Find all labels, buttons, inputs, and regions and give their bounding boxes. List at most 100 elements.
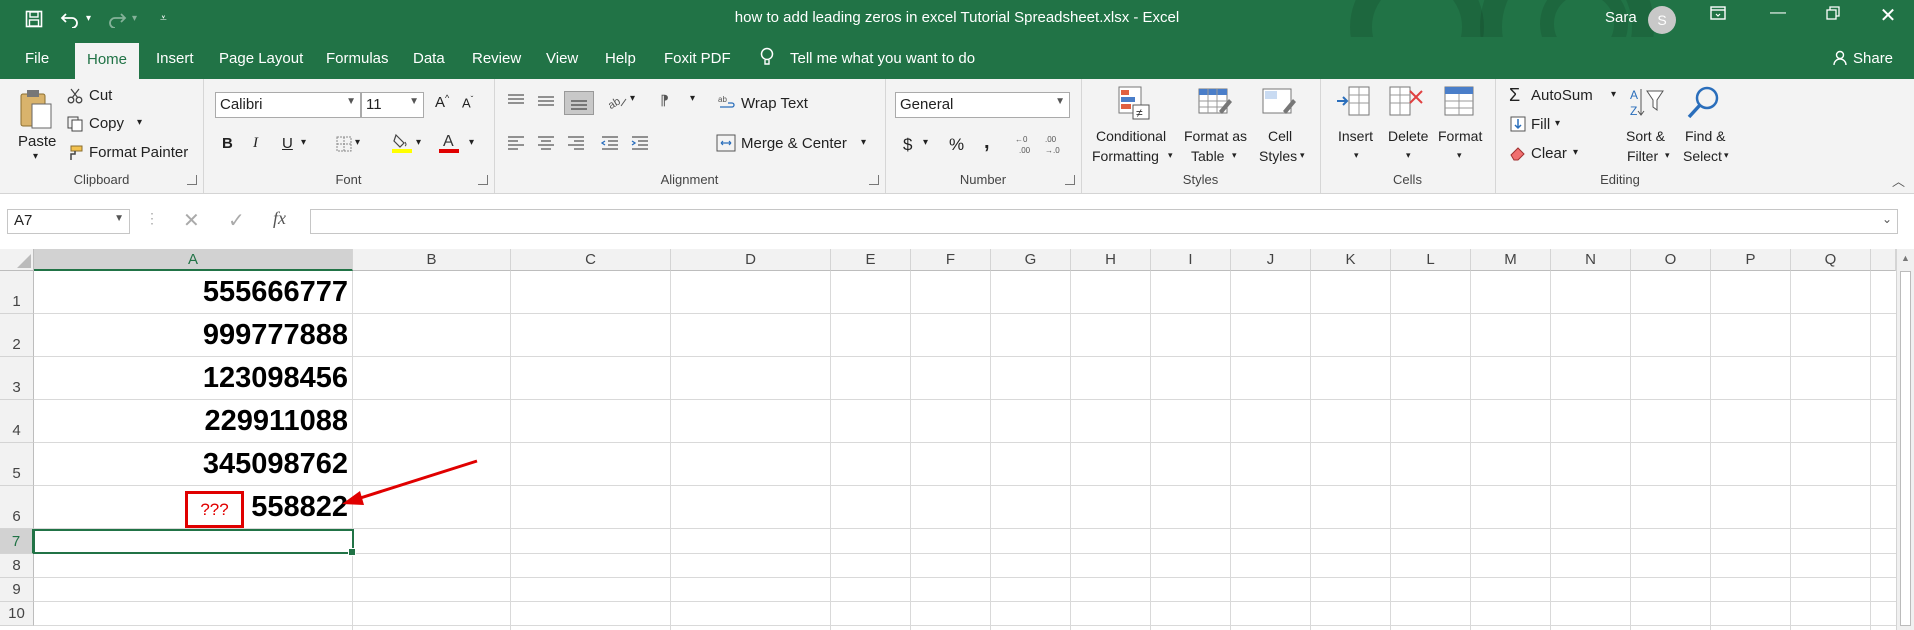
underline-button[interactable]: U (282, 135, 293, 152)
column-header[interactable]: Q (1791, 249, 1871, 271)
cancel-entry-icon[interactable]: ✕ (183, 208, 200, 233)
paste-icon[interactable] (15, 87, 57, 133)
column-header[interactable]: C (511, 249, 671, 271)
chevron-down-icon[interactable]: ▼ (114, 213, 124, 224)
column-header[interactable]: H (1071, 249, 1151, 271)
bold-button[interactable]: B (222, 135, 233, 152)
delete-cells-button[interactable]: Delete (1388, 128, 1428, 144)
collapse-ribbon-icon[interactable]: ︿ (1892, 171, 1905, 190)
column-header[interactable]: O (1631, 249, 1711, 271)
font-color-dropdown-icon[interactable]: ▾ (469, 137, 474, 148)
tab-view[interactable]: View (546, 50, 578, 67)
format-as-table-dropdown-icon[interactable]: ▾ (1232, 150, 1237, 161)
cell-a2[interactable]: 999777888 (34, 319, 352, 352)
number-format-select[interactable]: General ▼ (895, 92, 1070, 118)
currency-button[interactable]: $ (903, 135, 912, 155)
format-painter-icon[interactable] (66, 144, 84, 162)
user-name[interactable]: Sara (1605, 9, 1637, 26)
fill-icon[interactable] (1509, 115, 1527, 133)
sort-filter-icon[interactable]: AZ (1628, 85, 1666, 121)
currency-dropdown-icon[interactable]: ▾ (923, 137, 928, 148)
align-center-icon[interactable] (536, 135, 556, 151)
insert-cells-icon[interactable] (1335, 85, 1371, 121)
share-icon[interactable] (1833, 50, 1847, 70)
merge-dropdown-icon[interactable]: ▾ (861, 137, 866, 148)
format-as-table-label-1[interactable]: Format as (1184, 128, 1247, 144)
format-cells-icon[interactable] (1441, 85, 1477, 121)
fill-button[interactable]: Fill (1531, 116, 1550, 133)
minimize-icon[interactable]: — (1763, 4, 1793, 22)
tab-formulas[interactable]: Formulas (326, 50, 389, 67)
borders-dropdown-icon[interactable]: ▾ (355, 137, 360, 148)
column-header[interactable]: P (1711, 249, 1791, 271)
ribbon-display-options-icon[interactable] (1703, 6, 1733, 25)
insert-dropdown-icon[interactable]: ▾ (1354, 150, 1359, 161)
decrease-font-size-icon[interactable]: Aˇ (462, 95, 473, 110)
cell-a1[interactable]: 555666777 (34, 276, 352, 309)
row-header[interactable]: 9 (0, 578, 34, 602)
find-select-label-2[interactable]: Select (1683, 148, 1722, 164)
align-left-icon[interactable] (506, 135, 526, 151)
column-header[interactable]: K (1311, 249, 1391, 271)
italic-button[interactable]: I (253, 135, 258, 152)
fill-color-icon[interactable] (391, 132, 413, 154)
select-all-corner[interactable] (0, 249, 34, 271)
paste-dropdown-icon[interactable]: ▾ (33, 151, 38, 162)
row-header[interactable]: 8 (0, 554, 34, 578)
conditional-formatting-icon[interactable]: ≠ (1115, 85, 1151, 121)
comma-style-button[interactable]: , (984, 131, 990, 154)
underline-dropdown-icon[interactable]: ▾ (301, 137, 306, 148)
number-launcher-icon[interactable] (1065, 175, 1075, 185)
tab-file[interactable]: File (25, 50, 49, 67)
column-header[interactable]: B (353, 249, 511, 271)
vertical-scrollbar[interactable]: ▲ (1896, 249, 1914, 630)
cell-a5[interactable]: 345098762 (34, 448, 352, 481)
column-header[interactable]: E (831, 249, 911, 271)
clear-button[interactable]: Clear (1531, 145, 1567, 162)
tab-home[interactable]: Home (75, 43, 140, 79)
selected-cell-a7[interactable] (33, 529, 356, 556)
direction-dropdown-icon[interactable]: ▾ (690, 93, 695, 104)
row-header[interactable]: 5 (0, 443, 34, 486)
font-size-select[interactable]: 11 ▼ (361, 92, 424, 118)
row-header[interactable]: 1 (0, 271, 34, 314)
copy-button[interactable]: Copy (89, 115, 124, 132)
font-family-select[interactable]: Calibri ▼ (215, 92, 361, 118)
decrease-decimal-icon[interactable]: .00 →.0 (1043, 133, 1065, 155)
find-select-label-1[interactable]: Find & (1685, 128, 1725, 144)
percent-button[interactable]: % (949, 135, 964, 155)
column-header[interactable]: N (1551, 249, 1631, 271)
find-select-icon[interactable] (1685, 85, 1723, 121)
font-launcher-icon[interactable] (478, 175, 488, 185)
cell-styles-icon[interactable] (1261, 85, 1297, 121)
conditional-formatting-label-2[interactable]: Formatting (1092, 148, 1159, 164)
name-box[interactable]: A7 ▼ (7, 209, 130, 234)
column-header[interactable]: D (671, 249, 831, 271)
format-as-table-icon[interactable] (1197, 85, 1233, 121)
decrease-indent-icon[interactable] (600, 135, 620, 151)
cut-icon[interactable] (66, 87, 84, 105)
column-header[interactable]: G (991, 249, 1071, 271)
cell-a3[interactable]: 123098456 (34, 362, 352, 395)
delete-dropdown-icon[interactable]: ▾ (1406, 150, 1411, 161)
column-header-partial[interactable] (1871, 249, 1896, 271)
avatar[interactable]: S (1648, 6, 1676, 34)
conditional-formatting-dropdown-icon[interactable]: ▾ (1168, 150, 1173, 161)
cell-styles-dropdown-icon[interactable]: ▾ (1300, 150, 1305, 161)
cut-button[interactable]: Cut (89, 87, 112, 104)
sort-filter-label-1[interactable]: Sort & (1626, 128, 1665, 144)
close-icon[interactable]: ✕ (1873, 3, 1903, 28)
increase-decimal-icon[interactable]: ←0.00 (1015, 133, 1037, 155)
share-button[interactable]: Share (1853, 50, 1893, 67)
wrap-text-button[interactable]: Wrap Text (741, 95, 808, 112)
tell-me-search[interactable]: Tell me what you want to do (790, 50, 975, 67)
row-header[interactable]: 7 (0, 529, 34, 554)
insert-cells-button[interactable]: Insert (1338, 128, 1373, 144)
sort-filter-label-2[interactable]: Filter (1627, 148, 1658, 164)
sort-filter-dropdown-icon[interactable]: ▾ (1665, 150, 1670, 161)
borders-icon[interactable] (335, 135, 353, 153)
increase-indent-icon[interactable] (630, 135, 650, 151)
orientation-dropdown-icon[interactable]: ▾ (630, 93, 635, 104)
expand-formula-bar-icon[interactable]: ⌄ (1882, 212, 1892, 226)
increase-font-size-icon[interactable]: A^ (435, 93, 449, 111)
